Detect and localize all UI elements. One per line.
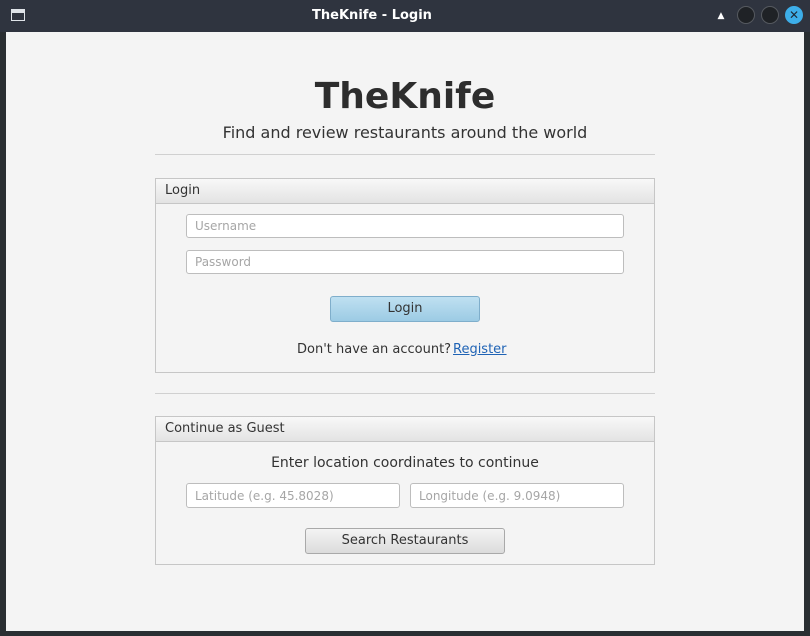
latitude-input[interactable] [186,483,400,508]
app-title: TheKnife [314,76,496,117]
username-input[interactable] [186,214,624,238]
search-restaurants-button[interactable]: Search Restaurants [305,528,505,554]
close-icon[interactable]: ✕ [785,6,803,24]
minimize-icon[interactable] [737,6,755,24]
title-bar[interactable]: TheKnife - Login ▲ ✕ [0,0,810,32]
longitude-input[interactable] [410,483,624,508]
login-panel-title: Login [156,179,654,204]
register-link[interactable]: Register [453,341,507,359]
guest-instruction: Enter location coordinates to continue [271,455,539,471]
header-divider [155,154,655,155]
guest-panel: Continue as Guest Enter location coordin… [155,416,655,565]
login-panel: Login Login Don't have an account? Regis… [155,178,655,373]
login-button[interactable]: Login [330,296,480,322]
no-account-text: Don't have an account? [297,342,452,357]
keep-above-icon[interactable]: ▲ [714,10,728,22]
application-window: TheKnife - Login ▲ ✕ TheKnife Find and r… [0,0,810,636]
maximize-icon[interactable] [761,6,779,24]
window-title: TheKnife - Login [312,8,432,23]
main-content: TheKnife Find and review restaurants aro… [6,32,804,631]
section-divider [155,393,655,394]
guest-panel-title: Continue as Guest [156,417,654,442]
password-input[interactable] [186,250,624,274]
app-subtitle: Find and review restaurants around the w… [222,123,588,142]
